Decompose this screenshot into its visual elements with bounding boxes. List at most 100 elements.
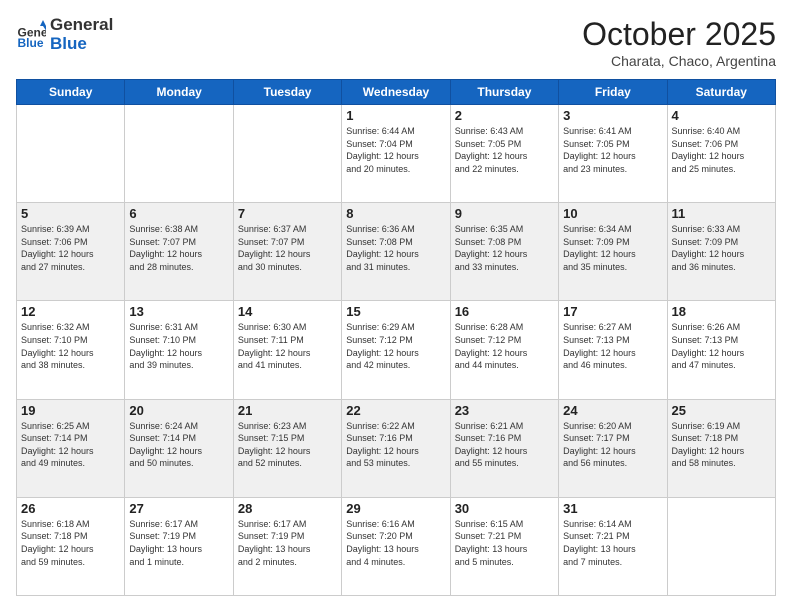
calendar-cell: 11 Sunrise: 6:33 AMSunset: 7:09 PMDayligh… <box>667 203 775 301</box>
calendar-cell: 28 Sunrise: 6:17 AMSunset: 7:19 PMDayligh… <box>233 497 341 595</box>
calendar-table: Sunday Monday Tuesday Wednesday Thursday… <box>16 79 776 596</box>
calendar-cell: 9 Sunrise: 6:35 AMSunset: 7:08 PMDaylight… <box>450 203 558 301</box>
day-number: 13 <box>129 304 228 319</box>
calendar-cell: 19 Sunrise: 6:25 AMSunset: 7:14 PMDayligh… <box>17 399 125 497</box>
calendar-cell: 22 Sunrise: 6:22 AMSunset: 7:16 PMDayligh… <box>342 399 450 497</box>
day-info: Sunrise: 6:44 AMSunset: 7:04 PMDaylight:… <box>346 125 445 175</box>
calendar-cell: 6Sunrise: 6:38 AMSunset: 7:07 PMDaylight… <box>125 203 233 301</box>
header: General Blue General Blue October 2025 C… <box>16 16 776 69</box>
day-info: Sunrise: 6:33 AMSunset: 7:09 PMDaylight:… <box>672 223 771 273</box>
logo-text: General Blue <box>50 16 113 53</box>
day-number: 15 <box>346 304 445 319</box>
calendar-cell: 15 Sunrise: 6:29 AMSunset: 7:12 PMDayligh… <box>342 301 450 399</box>
day-info: Sunrise: 6:34 AMSunset: 7:09 PMDaylight:… <box>563 223 662 273</box>
day-info: Sunrise: 6:22 AMSunset: 7:16 PMDaylight:… <box>346 420 445 470</box>
day-number: 31 <box>563 501 662 516</box>
day-number: 23 <box>455 403 554 418</box>
header-tuesday: Tuesday <box>233 80 341 105</box>
day-number: 20 <box>129 403 228 418</box>
logo-icon: General Blue <box>16 20 46 50</box>
calendar-cell: 24 Sunrise: 6:20 AMSunset: 7:17 PMDayligh… <box>559 399 667 497</box>
day-info: Sunrise: 6:35 AMSunset: 7:08 PMDaylight:… <box>455 223 554 273</box>
location: Charata, Chaco, Argentina <box>582 53 776 69</box>
day-number: 14 <box>238 304 337 319</box>
header-sunday: Sunday <box>17 80 125 105</box>
day-info: Sunrise: 6:37 AMSunset: 7:07 PMDaylight:… <box>238 223 337 273</box>
day-number: 21 <box>238 403 337 418</box>
day-number: 4 <box>672 108 771 123</box>
calendar-cell: 2 Sunrise: 6:43 AMSunset: 7:05 PMDaylight… <box>450 105 558 203</box>
header-thursday: Thursday <box>450 80 558 105</box>
day-info: Sunrise: 6:17 AMSunset: 7:19 PMDaylight:… <box>129 518 228 568</box>
day-info: Sunrise: 6:14 AMSunset: 7:21 PMDaylight:… <box>563 518 662 568</box>
day-number: 24 <box>563 403 662 418</box>
day-number: 26 <box>21 501 120 516</box>
day-number: 17 <box>563 304 662 319</box>
day-number: 25 <box>672 403 771 418</box>
day-number: 10 <box>563 206 662 221</box>
header-friday: Friday <box>559 80 667 105</box>
calendar-cell: 17 Sunrise: 6:27 AMSunset: 7:13 PMDayligh… <box>559 301 667 399</box>
header-monday: Monday <box>125 80 233 105</box>
day-info: Sunrise: 6:23 AMSunset: 7:15 PMDaylight:… <box>238 420 337 470</box>
calendar-row: 19 Sunrise: 6:25 AMSunset: 7:14 PMDayligh… <box>17 399 776 497</box>
logo: General Blue General Blue <box>16 16 113 53</box>
day-number: 19 <box>21 403 120 418</box>
calendar-cell: 27 Sunrise: 6:17 AMSunset: 7:19 PMDayligh… <box>125 497 233 595</box>
day-number: 5 <box>21 206 120 221</box>
day-number: 16 <box>455 304 554 319</box>
calendar-cell: 18Sunrise: 6:26 AMSunset: 7:13 PMDayligh… <box>667 301 775 399</box>
calendar-cell: 16Sunrise: 6:28 AMSunset: 7:12 PMDayligh… <box>450 301 558 399</box>
calendar-cell <box>17 105 125 203</box>
calendar-row: 5 Sunrise: 6:39 AMSunset: 7:06 PMDaylight… <box>17 203 776 301</box>
day-info: Sunrise: 6:27 AMSunset: 7:13 PMDaylight:… <box>563 321 662 371</box>
calendar-cell: 20 Sunrise: 6:24 AMSunset: 7:14 PMDayligh… <box>125 399 233 497</box>
day-info: Sunrise: 6:25 AMSunset: 7:14 PMDaylight:… <box>21 420 120 470</box>
day-number: 2 <box>455 108 554 123</box>
day-number: 22 <box>346 403 445 418</box>
day-info: Sunrise: 6:19 AMSunset: 7:18 PMDaylight:… <box>672 420 771 470</box>
calendar-cell: 23 Sunrise: 6:21 AMSunset: 7:16 PMDayligh… <box>450 399 558 497</box>
day-number: 3 <box>563 108 662 123</box>
calendar-cell: 5 Sunrise: 6:39 AMSunset: 7:06 PMDaylight… <box>17 203 125 301</box>
calendar-cell: 1 Sunrise: 6:44 AMSunset: 7:04 PMDaylight… <box>342 105 450 203</box>
title-block: October 2025 Charata, Chaco, Argentina <box>582 16 776 69</box>
day-info: Sunrise: 6:17 AMSunset: 7:19 PMDaylight:… <box>238 518 337 568</box>
calendar-cell <box>233 105 341 203</box>
day-info: Sunrise: 6:29 AMSunset: 7:12 PMDaylight:… <box>346 321 445 371</box>
day-info: Sunrise: 6:18 AMSunset: 7:18 PMDaylight:… <box>21 518 120 568</box>
calendar-cell: 21 Sunrise: 6:23 AMSunset: 7:15 PMDayligh… <box>233 399 341 497</box>
calendar-cell: 14Sunrise: 6:30 AMSunset: 7:11 PMDayligh… <box>233 301 341 399</box>
calendar-cell: 31 Sunrise: 6:14 AMSunset: 7:21 PMDayligh… <box>559 497 667 595</box>
day-number: 9 <box>455 206 554 221</box>
calendar-cell: 30Sunrise: 6:15 AMSunset: 7:21 PMDayligh… <box>450 497 558 595</box>
header-saturday: Saturday <box>667 80 775 105</box>
calendar-cell: 4 Sunrise: 6:40 AMSunset: 7:06 PMDaylight… <box>667 105 775 203</box>
day-info: Sunrise: 6:43 AMSunset: 7:05 PMDaylight:… <box>455 125 554 175</box>
day-info: Sunrise: 6:24 AMSunset: 7:14 PMDaylight:… <box>129 420 228 470</box>
day-info: Sunrise: 6:40 AMSunset: 7:06 PMDaylight:… <box>672 125 771 175</box>
day-number: 1 <box>346 108 445 123</box>
day-info: Sunrise: 6:41 AMSunset: 7:05 PMDaylight:… <box>563 125 662 175</box>
day-number: 18 <box>672 304 771 319</box>
day-number: 27 <box>129 501 228 516</box>
calendar-row: 12Sunrise: 6:32 AMSunset: 7:10 PMDayligh… <box>17 301 776 399</box>
day-number: 7 <box>238 206 337 221</box>
calendar-cell: 13 Sunrise: 6:31 AMSunset: 7:10 PMDayligh… <box>125 301 233 399</box>
day-info: Sunrise: 6:21 AMSunset: 7:16 PMDaylight:… <box>455 420 554 470</box>
day-info: Sunrise: 6:16 AMSunset: 7:20 PMDaylight:… <box>346 518 445 568</box>
day-number: 11 <box>672 206 771 221</box>
calendar-cell: 3 Sunrise: 6:41 AMSunset: 7:05 PMDaylight… <box>559 105 667 203</box>
calendar-cell: 25 Sunrise: 6:19 AMSunset: 7:18 PMDayligh… <box>667 399 775 497</box>
day-info: Sunrise: 6:15 AMSunset: 7:21 PMDaylight:… <box>455 518 554 568</box>
day-info: Sunrise: 6:39 AMSunset: 7:06 PMDaylight:… <box>21 223 120 273</box>
day-info: Sunrise: 6:38 AMSunset: 7:07 PMDaylight:… <box>129 223 228 273</box>
day-number: 28 <box>238 501 337 516</box>
day-info: Sunrise: 6:20 AMSunset: 7:17 PMDaylight:… <box>563 420 662 470</box>
calendar-cell: 7 Sunrise: 6:37 AMSunset: 7:07 PMDaylight… <box>233 203 341 301</box>
day-number: 8 <box>346 206 445 221</box>
calendar-row: 1 Sunrise: 6:44 AMSunset: 7:04 PMDaylight… <box>17 105 776 203</box>
day-info: Sunrise: 6:31 AMSunset: 7:10 PMDaylight:… <box>129 321 228 371</box>
calendar-cell <box>125 105 233 203</box>
month-title: October 2025 <box>582 16 776 53</box>
